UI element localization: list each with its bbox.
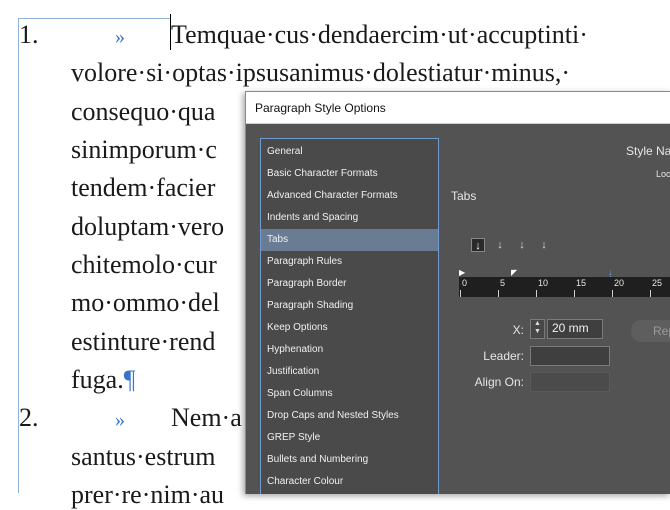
ruler-tick	[574, 290, 575, 297]
category-indents-and-spacing[interactable]: Indents and Spacing	[261, 207, 438, 229]
text-line-content: fuga.	[71, 365, 124, 394]
left-indent-icon[interactable]: ◤	[511, 268, 517, 277]
align-on-field	[530, 372, 610, 392]
category-advanced-character-formats[interactable]: Advanced Character Formats	[261, 185, 438, 207]
x-position-stepper[interactable]: ▲ ▼	[530, 319, 545, 339]
dialog-title: Paragraph Style Options	[255, 101, 386, 115]
align-on-label: Align On:	[474, 375, 524, 389]
leader-field[interactable]	[530, 346, 610, 366]
tab-stop-icon[interactable]: ↓	[608, 268, 614, 277]
tab-character-marker: »	[115, 26, 125, 48]
category-general[interactable]: General	[261, 141, 438, 163]
ruler-label: 10	[538, 278, 549, 288]
first-line-indent-icon[interactable]: ▶	[459, 268, 465, 277]
category-tabs[interactable]: Tabs	[261, 229, 438, 251]
style-name-label: Style Na	[626, 144, 670, 158]
category-grep-style[interactable]: GREP Style	[261, 427, 438, 449]
category-keep-options[interactable]: Keep Options	[261, 317, 438, 339]
text-line[interactable]: prer·re·nim·au	[71, 480, 224, 510]
paragraph-end-mark: ¶	[123, 365, 136, 394]
ruler-tick	[498, 290, 499, 297]
leader-label: Leader:	[483, 349, 524, 363]
text-line[interactable]: santus·estrum	[71, 442, 215, 472]
category-basic-character-formats[interactable]: Basic Character Formats	[261, 163, 438, 185]
text-frame-edge-horizontal	[18, 18, 170, 19]
tab-alignment-icons: ↓ ↓ ↓ ↓	[471, 238, 561, 254]
ruler-tick	[650, 290, 651, 297]
category-paragraph-rules[interactable]: Paragraph Rules	[261, 251, 438, 273]
tab-ruler[interactable]: 0 5 10 15 20 25	[459, 277, 670, 297]
paragraph-style-options-dialog: Paragraph Style Options General Basic Ch…	[245, 91, 670, 494]
dialog-titlebar[interactable]: Paragraph Style Options	[246, 92, 670, 124]
left-justified-tab-icon[interactable]: ↓	[471, 238, 485, 252]
text-line[interactable]: doluptam·vero	[71, 212, 224, 242]
repeat-tab-button[interactable]: Rep	[631, 320, 670, 342]
category-paragraph-border[interactable]: Paragraph Border	[261, 273, 438, 295]
center-justified-tab-icon[interactable]: ↓	[493, 238, 507, 252]
ruler-label: 0	[462, 278, 468, 288]
text-line[interactable]: Nem·a	[171, 403, 242, 433]
list-number: 2.	[19, 403, 39, 432]
ruler-label: 25	[652, 278, 663, 288]
ruler-tick	[460, 290, 461, 297]
ruler-label: 20	[614, 278, 625, 288]
x-position-label: X:	[512, 323, 524, 337]
tab-character-marker: »	[115, 409, 125, 431]
text-line[interactable]: volore·si·optas·ipsusanimus·dolestiatur·…	[71, 58, 570, 88]
category-hyphenation[interactable]: Hyphenation	[261, 339, 438, 361]
ruler-tick	[536, 290, 537, 297]
category-justification[interactable]: Justification	[261, 361, 438, 383]
category-drop-caps-and-nested-styles[interactable]: Drop Caps and Nested Styles	[261, 405, 438, 427]
align-to-decimal-tab-icon[interactable]: ↓	[537, 238, 551, 252]
ruler-label: 15	[576, 278, 587, 288]
ruler-marker-strip[interactable]	[459, 268, 670, 277]
text-line[interactable]: consequo·qua	[71, 97, 215, 127]
text-line[interactable]: Temquae·cus·dendaercim·ut·accuptinti·	[171, 20, 588, 50]
category-span-columns[interactable]: Span Columns	[261, 383, 438, 405]
text-line[interactable]: tendem·facier	[71, 173, 215, 203]
category-character-colour[interactable]: Character Colour	[261, 471, 438, 493]
category-bullets-and-numbering[interactable]: Bullets and Numbering	[261, 449, 438, 471]
location-label: Loc	[656, 169, 670, 179]
category-list[interactable]: General Basic Character Formats Advanced…	[260, 138, 439, 494]
text-line[interactable]: fuga.¶	[71, 365, 135, 395]
category-paragraph-shading[interactable]: Paragraph Shading	[261, 295, 438, 317]
list-number: 1.	[19, 20, 39, 49]
text-line[interactable]: estinture·rend	[71, 327, 215, 357]
ruler-label: 5	[500, 278, 506, 288]
right-justified-tab-icon[interactable]: ↓	[515, 238, 529, 252]
x-position-input[interactable]: 20 mm	[547, 319, 603, 339]
text-line[interactable]: mo·ommo·del	[71, 288, 220, 318]
section-title: Tabs	[451, 189, 477, 203]
text-line[interactable]: sinimporum·c	[71, 135, 217, 165]
ruler-tick	[612, 290, 613, 297]
text-line[interactable]: chitemolo·cur	[71, 250, 217, 280]
